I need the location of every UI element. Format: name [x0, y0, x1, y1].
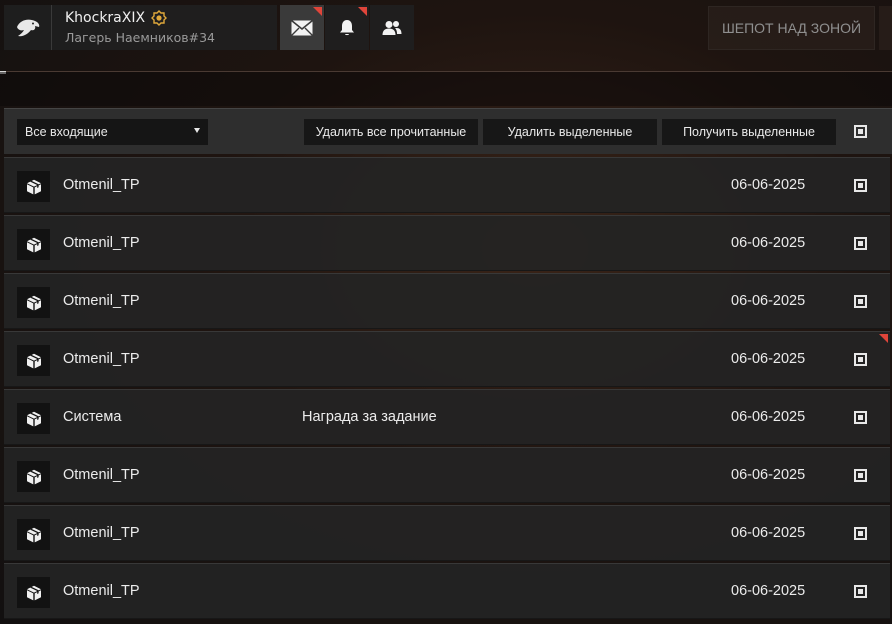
delete-selected-button[interactable]: Удалить выделенные — [483, 119, 657, 145]
package-icon-box — [17, 403, 50, 434]
package-icon — [26, 469, 41, 484]
delete-selected-label: Удалить выделенные — [507, 125, 633, 139]
unread-marker — [879, 334, 888, 343]
message-date: 06-06-2025 — [731, 177, 806, 193]
package-icon — [26, 295, 41, 310]
message-date: 06-06-2025 — [731, 409, 806, 425]
username: KhockraXIX — [65, 10, 146, 26]
eagle-logo-icon — [16, 19, 39, 36]
edge-strip — [879, 6, 892, 50]
user-info: KhockraXIX Лагерь Наемников#34 — [52, 10, 215, 45]
message-date: 06-06-2025 — [731, 525, 806, 541]
message-checkbox[interactable] — [854, 295, 867, 308]
username-row: KhockraXIX — [65, 10, 215, 26]
message-sender: Система — [63, 409, 122, 425]
caret-down-icon — [194, 128, 200, 133]
package-icon-box — [17, 577, 50, 608]
package-icon — [26, 179, 41, 194]
package-icon — [26, 411, 41, 426]
header-band — [0, 72, 892, 106]
bell-icon — [340, 19, 354, 35]
profile-panel[interactable]: KhockraXIX Лагерь Наемников#34 — [4, 5, 277, 50]
message-date: 06-06-2025 — [731, 351, 806, 367]
package-icon — [26, 237, 41, 252]
message-list: Otmenil_TP 06-06-2025 Otmenil_TP 06-06-2… — [4, 157, 892, 621]
message-row[interactable]: Otmenil_TP 06-06-2025 — [4, 331, 890, 387]
message-sender: Otmenil_TP — [63, 177, 140, 193]
receive-selected-label: Получить выделенные — [683, 125, 815, 139]
whisper-over-zone-button[interactable]: ШЕПОТ НАД ЗОНОЙ — [708, 6, 875, 50]
message-checkbox[interactable] — [854, 237, 867, 250]
mail-button[interactable] — [280, 5, 324, 50]
message-sender: Otmenil_TP — [63, 235, 140, 251]
message-checkbox[interactable] — [854, 411, 867, 424]
envelope-icon — [291, 19, 313, 36]
message-checkbox[interactable] — [854, 527, 867, 540]
message-date: 06-06-2025 — [731, 235, 806, 251]
package-icon-box — [17, 229, 50, 260]
message-subject: Награда за задание — [302, 409, 437, 425]
mail-toolbar: Все входящие Удалить все прочитанные Уда… — [4, 108, 892, 154]
whisper-label: ШЕПОТ НАД ЗОНОЙ — [721, 20, 862, 36]
clan-name: Лагерь Наемников#34 — [65, 30, 216, 45]
friends-button[interactable] — [370, 5, 414, 50]
inbox-filter-select[interactable]: Все входящие — [17, 119, 208, 145]
message-row[interactable]: Otmenil_TP 06-06-2025 — [4, 157, 890, 213]
message-row[interactable]: Otmenil_TP 06-06-2025 — [4, 273, 890, 329]
logo-box — [4, 5, 52, 50]
message-row[interactable]: Otmenil_TP 06-06-2025 — [4, 447, 890, 503]
package-icon — [26, 585, 41, 600]
message-sender: Otmenil_TP — [63, 467, 140, 483]
delete-all-read-label: Удалить все прочитанные — [315, 125, 467, 139]
message-sender: Otmenil_TP — [63, 583, 140, 599]
notifications-button[interactable] — [325, 5, 369, 50]
message-checkbox[interactable] — [854, 179, 867, 192]
message-sender: Otmenil_TP — [63, 525, 140, 541]
package-icon-box — [17, 345, 50, 376]
top-bar: KhockraXIX Лагерь Наемников#34 ШЕПОТ НАД… — [0, 0, 892, 54]
gold-rank-badge-icon — [151, 10, 168, 26]
message-row[interactable]: Система Награда за задание 06-06-2025 — [4, 389, 890, 445]
message-date: 06-06-2025 — [731, 583, 806, 599]
message-checkbox[interactable] — [854, 353, 867, 366]
message-date: 06-06-2025 — [731, 467, 806, 483]
message-row[interactable]: Otmenil_TP 06-06-2025 — [4, 563, 890, 619]
package-icon-box — [17, 519, 50, 550]
message-row[interactable]: Otmenil_TP 06-06-2025 — [4, 505, 890, 561]
mail-notification-marker — [313, 7, 322, 16]
delete-all-read-button[interactable]: Удалить все прочитанные — [304, 119, 478, 145]
message-checkbox[interactable] — [854, 585, 867, 598]
package-icon-box — [17, 287, 50, 318]
package-icon — [26, 353, 41, 368]
receive-selected-button[interactable]: Получить выделенные — [662, 119, 836, 145]
select-all-checkbox[interactable] — [854, 125, 867, 138]
message-row[interactable]: Otmenil_TP 06-06-2025 — [4, 215, 890, 271]
message-checkbox[interactable] — [854, 469, 867, 482]
package-icon-box — [17, 171, 50, 202]
package-icon-box — [17, 461, 50, 492]
friends-icon — [382, 20, 402, 35]
notification-marker — [358, 7, 367, 16]
inbox-filter-value: Все входящие — [25, 125, 108, 139]
message-sender: Otmenil_TP — [63, 351, 140, 367]
message-sender: Otmenil_TP — [63, 293, 140, 309]
package-icon — [26, 527, 41, 542]
message-date: 06-06-2025 — [731, 293, 806, 309]
